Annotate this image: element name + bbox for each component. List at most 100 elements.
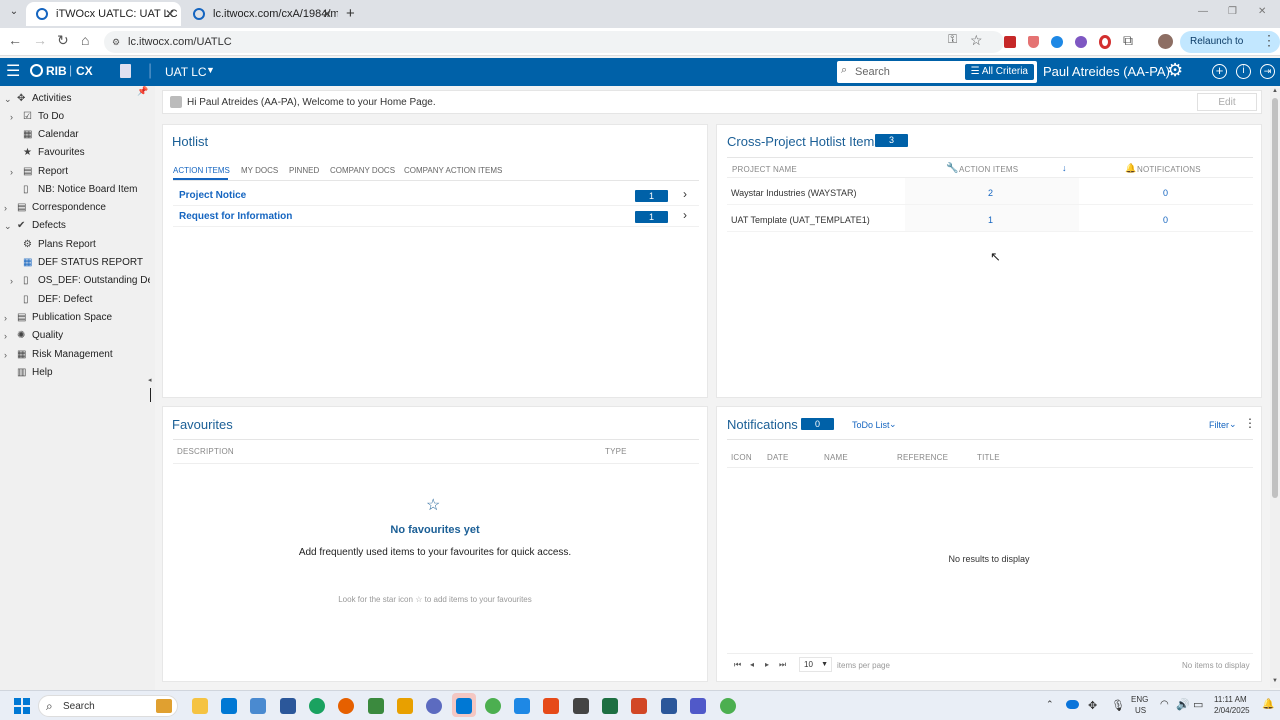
minimize-button[interactable]: — bbox=[1198, 6, 1208, 17]
settings-icon[interactable] bbox=[426, 698, 442, 714]
sort-down-icon[interactable]: ↓ bbox=[1062, 163, 1067, 173]
extension-icon[interactable] bbox=[1004, 36, 1016, 48]
page-scrollbar[interactable]: ▲ ▼ bbox=[1270, 88, 1280, 688]
app-icon[interactable] bbox=[573, 698, 589, 714]
notepad-icon[interactable] bbox=[368, 698, 384, 714]
column-header-project-name[interactable]: PROJECT NAME bbox=[732, 165, 797, 174]
home-icon[interactable]: ⌂ bbox=[81, 32, 89, 48]
browser-tab-active[interactable]: iTWOcx UATLC: UAT LC ✕ bbox=[26, 2, 181, 26]
all-criteria-button[interactable]: ☰ All Criteria bbox=[964, 64, 1034, 80]
close-window-button[interactable]: ✕ bbox=[1258, 6, 1266, 17]
microphone-icon[interactable]: 🎙 bbox=[1111, 699, 1125, 712]
powerpoint-icon[interactable] bbox=[631, 698, 647, 714]
word-icon[interactable] bbox=[661, 698, 677, 714]
calculator-icon[interactable] bbox=[221, 698, 237, 714]
url-bar[interactable]: ⚙ lc.itwocx.com/UATLC bbox=[104, 31, 1004, 53]
project-image-icon[interactable] bbox=[120, 64, 131, 78]
volume-icon[interactable]: 🔊 bbox=[1176, 698, 1190, 711]
chevron-down-icon[interactable]: ⌄ bbox=[4, 90, 12, 108]
translator-icon[interactable] bbox=[280, 698, 296, 714]
region-label[interactable]: US bbox=[1135, 706, 1146, 715]
tab-company-action-items[interactable]: COMPANY ACTION ITEMS bbox=[404, 166, 502, 175]
column-header-action-items[interactable]: ACTION ITEMS bbox=[959, 165, 1018, 174]
column-header-name[interactable]: NAME bbox=[824, 453, 848, 462]
outlook-icon[interactable] bbox=[456, 698, 472, 714]
close-tab-icon[interactable]: ✕ bbox=[165, 2, 175, 26]
sidebar-item-defects[interactable]: ⌄ ✔ Defects bbox=[0, 217, 150, 235]
sidebar-item-notice-board[interactable]: ▯ NB: Notice Board Item bbox=[0, 181, 150, 199]
settings-gear-icon[interactable]: ⚙ bbox=[1167, 60, 1183, 81]
app-tray-icon[interactable]: ✥ bbox=[1088, 699, 1097, 712]
shield-extension-icon[interactable] bbox=[1028, 36, 1039, 48]
page-size-select[interactable]: 10 ▼ bbox=[799, 657, 832, 672]
chevron-right-icon[interactable]: › bbox=[4, 199, 7, 217]
tab-pinned[interactable]: PINNED bbox=[289, 166, 319, 175]
notifications-cell[interactable]: 0 bbox=[1163, 188, 1168, 198]
project-name-cell[interactable]: Waystar Industries (WAYSTAR) bbox=[731, 188, 857, 198]
column-header-title[interactable]: TITLE bbox=[977, 453, 1000, 462]
hotlist-row-label[interactable]: Request for Information bbox=[179, 211, 292, 222]
app-icon[interactable] bbox=[543, 698, 559, 714]
windows-start-icon[interactable] bbox=[14, 698, 30, 714]
table-row[interactable]: Waystar Industries (WAYSTAR) 2 0 bbox=[727, 181, 1253, 205]
edit-button[interactable]: Edit bbox=[1197, 93, 1257, 111]
info-circle-icon[interactable]: i bbox=[1236, 64, 1251, 79]
taskbar-search-input[interactable]: Search bbox=[63, 701, 95, 712]
extension-icon[interactable] bbox=[1075, 36, 1087, 48]
sidebar-item-help[interactable]: ▥ Help bbox=[0, 364, 150, 382]
column-header-notifications[interactable]: NOTIFICATIONS bbox=[1137, 165, 1201, 174]
language-label[interactable]: ENG bbox=[1131, 695, 1148, 704]
hamburger-menu-icon[interactable]: ☰ bbox=[6, 61, 20, 81]
table-row[interactable]: UAT Template (UAT_TEMPLATE1) 1 0 bbox=[727, 208, 1253, 232]
chevron-down-icon[interactable]: ▼ bbox=[206, 65, 215, 75]
logout-icon[interactable]: ⇥ bbox=[1260, 64, 1275, 79]
hotlist-row-label[interactable]: Project Notice bbox=[179, 190, 246, 201]
column-header-date[interactable]: DATE bbox=[767, 453, 789, 462]
chevron-right-icon[interactable]: › bbox=[4, 327, 7, 345]
sidebar-item-activities[interactable]: ⌄ ✥ Activities bbox=[0, 90, 150, 108]
site-info-icon[interactable]: ⚙ bbox=[112, 31, 120, 53]
project-selector[interactable]: UAT LC bbox=[165, 65, 207, 79]
hotlist-row[interactable]: Project Notice 1 › bbox=[173, 186, 699, 206]
add-circle-icon[interactable]: + bbox=[1212, 64, 1227, 79]
sidebar-item-report[interactable]: › ▤ Report bbox=[0, 163, 150, 181]
chevron-right-icon[interactable]: › bbox=[683, 187, 687, 201]
sidebar-item-plans-report[interactable]: ⚙ Plans Report bbox=[0, 236, 150, 254]
scroll-down-icon[interactable]: ▼ bbox=[1272, 678, 1278, 684]
more-vertical-icon[interactable]: ⋮ bbox=[1244, 416, 1256, 430]
chevron-down-icon[interactable]: ⌄ bbox=[1229, 419, 1237, 430]
sidebar-item-publication-space[interactable]: › ▤ Publication Space bbox=[0, 309, 150, 327]
chrome-icon[interactable] bbox=[720, 698, 736, 714]
tab-my-docs[interactable]: MY DOCS bbox=[241, 166, 278, 175]
excel-icon[interactable] bbox=[602, 698, 618, 714]
wifi-icon[interactable]: ◠ bbox=[1160, 699, 1169, 710]
action-items-cell[interactable]: 2 bbox=[988, 188, 993, 198]
sidebar-item-quality[interactable]: › ✺ Quality bbox=[0, 327, 150, 345]
hotlist-row[interactable]: Request for Information 1 › bbox=[173, 207, 699, 227]
tab-action-items[interactable]: ACTION ITEMS bbox=[173, 166, 230, 175]
password-key-icon[interactable]: ⚿ bbox=[948, 32, 957, 47]
close-tab-icon[interactable]: ✕ bbox=[322, 2, 332, 26]
sidebar-item-calendar[interactable]: ▦ Calendar bbox=[0, 126, 150, 144]
chevron-right-icon[interactable]: › bbox=[4, 309, 7, 327]
chevron-down-icon[interactable]: ▼ bbox=[821, 658, 828, 671]
chevron-right-icon[interactable]: › bbox=[683, 208, 687, 222]
sidebar-item-correspondence[interactable]: › ▤ Correspondence bbox=[0, 199, 150, 217]
chevron-right-icon[interactable]: › bbox=[10, 163, 13, 181]
skype-icon[interactable] bbox=[514, 698, 530, 714]
todo-list-dropdown[interactable]: ToDo List bbox=[852, 420, 890, 430]
filter-dropdown[interactable]: Filter bbox=[1209, 420, 1229, 430]
clock-date[interactable]: 2/04/2025 bbox=[1214, 706, 1250, 715]
onedrive-icon[interactable] bbox=[1066, 700, 1079, 709]
search-input[interactable]: Search bbox=[855, 61, 890, 83]
project-name-cell[interactable]: UAT Template (UAT_TEMPLATE1) bbox=[731, 215, 870, 225]
extensions-puzzle-icon[interactable]: ⧉ bbox=[1123, 32, 1133, 49]
sidebar-item-outstanding-defects[interactable]: › ▯ OS_DEF: Outstanding Defe bbox=[0, 272, 150, 290]
global-search[interactable]: ⌕ Search ☰ All Criteria bbox=[837, 61, 1037, 83]
reload-icon[interactable]: ↻ bbox=[57, 32, 69, 49]
sidebar-item-todo[interactable]: › ☑ To Do bbox=[0, 108, 150, 126]
user-name[interactable]: Paul Atreides (AA-PA) bbox=[1043, 64, 1170, 79]
notification-bell-icon[interactable]: 🔔 bbox=[1262, 699, 1274, 710]
chrome-icon[interactable] bbox=[485, 698, 501, 714]
chevron-down-icon[interactable]: ⌄ bbox=[4, 217, 12, 235]
